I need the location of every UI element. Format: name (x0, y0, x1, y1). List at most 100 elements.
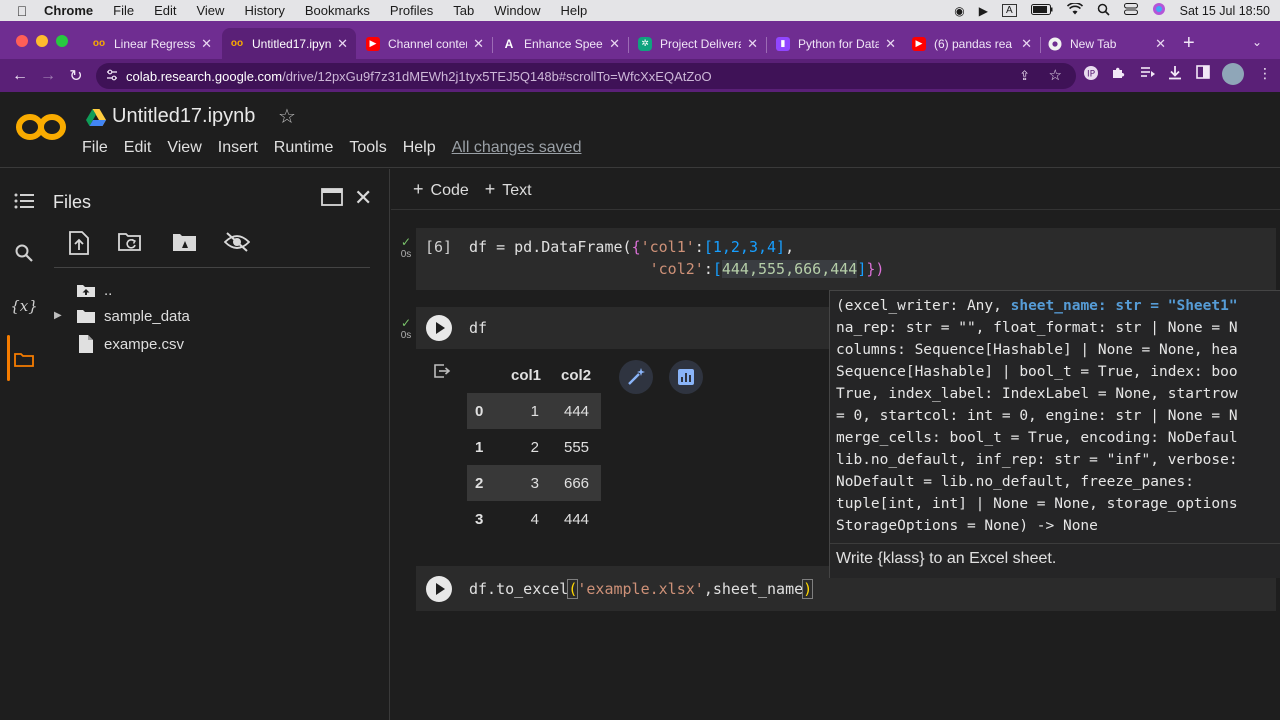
file-entry-exampe-csv[interactable]: exampe.csv (76, 332, 184, 356)
colab-menu-edit[interactable]: Edit (124, 139, 152, 157)
new-tab-plus-icon[interactable]: + (1183, 32, 1195, 55)
colab-menu-runtime[interactable]: Runtime (274, 139, 334, 157)
mount-drive-icon[interactable] (172, 231, 198, 257)
play-icon[interactable]: ▶ (979, 4, 988, 18)
tab-untitled17[interactable]: oo Untitled17.ipynb ✕ (222, 28, 356, 59)
tab-python-for-data[interactable]: ▮ Python for Data ✕ (768, 28, 904, 59)
code-cell-1[interactable]: [6] df = pd.DataFrame({'col1':[1,2,3,4],… (416, 228, 1276, 290)
bookmark-star-icon[interactable]: ☆ (1049, 66, 1062, 84)
expand-caret-icon[interactable]: ▶ (54, 310, 62, 321)
colab-menu-help[interactable]: Help (403, 139, 436, 157)
side-panel-icon[interactable] (1196, 65, 1210, 82)
notebook-title[interactable]: Untitled17.ipynb (112, 105, 255, 128)
search-icon[interactable] (12, 241, 36, 265)
variables-icon[interactable]: {x} (10, 294, 38, 318)
colab-menu-file[interactable]: File (82, 139, 108, 157)
menu-file[interactable]: File (113, 3, 134, 18)
close-tab-icon[interactable]: ✕ (747, 36, 758, 52)
add-code-button[interactable]: + Code (413, 179, 469, 200)
close-tab-icon[interactable]: ✕ (1155, 36, 1166, 52)
forward-arrow-icon[interactable]: → (34, 62, 62, 90)
tab-project-delivera[interactable]: ✲ Project Delivera ✕ (630, 28, 766, 59)
back-arrow-icon[interactable]: ← (6, 62, 34, 90)
colab-menu-view[interactable]: View (167, 139, 201, 157)
tab-linear-regression[interactable]: oo Linear Regressi ✕ (84, 28, 220, 59)
close-tab-icon[interactable]: ✕ (337, 36, 348, 52)
twitch-icon: ▮ (776, 36, 790, 51)
menu-view[interactable]: View (196, 3, 224, 18)
plus-icon: + (484, 178, 496, 199)
extensions-puzzle-icon[interactable] (1111, 65, 1126, 83)
menu-edit[interactable]: Edit (154, 3, 176, 18)
apple-menu-icon[interactable]:  (0, 3, 44, 19)
input-source-icon[interactable]: A (1001, 4, 1017, 17)
colab-logo[interactable] (16, 112, 66, 142)
tab-channel-content[interactable]: ▶ Channel conten ✕ (358, 28, 492, 59)
check-icon: ✓ (400, 235, 412, 249)
minimize-window-icon[interactable] (36, 35, 48, 47)
hide-files-eye-icon[interactable] (223, 231, 251, 257)
refresh-folder-icon[interactable] (118, 231, 144, 257)
chart-icon[interactable] (669, 360, 703, 394)
star-icon[interactable]: ☆ (278, 104, 296, 129)
menu-window[interactable]: Window (494, 3, 540, 18)
tab-search-chevron-icon[interactable]: ⌄ (1252, 35, 1262, 49)
download-icon[interactable] (1168, 65, 1182, 83)
run-cell-button[interactable] (426, 576, 452, 602)
code-editor[interactable]: df (469, 317, 487, 339)
record-icon[interactable]: ◉ (954, 4, 964, 18)
run-cell-button[interactable] (426, 315, 452, 341)
colab-menu-tools[interactable]: Tools (349, 139, 386, 157)
tab-enhance-speech[interactable]: A Enhance Speec ✕ (494, 28, 628, 59)
menu-app-name[interactable]: Chrome (44, 3, 93, 18)
upload-file-icon[interactable] (68, 231, 94, 257)
file-entry-sample-data[interactable]: ▶ sample_data (54, 304, 190, 328)
control-center-icon[interactable] (1123, 3, 1138, 18)
file-entry-parent[interactable]: .. (76, 278, 112, 302)
zoom-window-icon[interactable] (56, 35, 68, 47)
close-tab-icon[interactable]: ✕ (473, 36, 484, 52)
battery-icon[interactable] (1030, 3, 1053, 18)
function-signature: (excel_writer: Any, sheet_name: str = "S… (836, 295, 1238, 537)
menu-profiles[interactable]: Profiles (390, 3, 433, 18)
tab-separator (766, 37, 767, 53)
chrome-menu-icon[interactable]: ⋮ (1258, 65, 1272, 82)
save-status[interactable]: All changes saved (452, 139, 582, 157)
close-tab-icon[interactable]: ✕ (885, 36, 896, 52)
reload-icon[interactable]: ↻ (62, 62, 90, 90)
share-icon[interactable]: ⇪ (1019, 68, 1030, 84)
extension-profile-icon[interactable]: IP (1083, 65, 1099, 84)
output-actions-icon[interactable] (433, 363, 451, 384)
close-panel-icon[interactable]: ✕ (354, 185, 372, 211)
tab-new-tab[interactable]: New Tab ✕ (1040, 28, 1174, 59)
menu-bookmarks[interactable]: Bookmarks (305, 3, 370, 18)
search-icon[interactable] (1097, 3, 1110, 19)
folder-icon[interactable] (12, 347, 36, 371)
media-queue-icon[interactable] (1140, 65, 1156, 82)
profile-avatar[interactable] (1222, 63, 1244, 85)
close-tab-icon[interactable]: ✕ (609, 36, 620, 52)
siri-icon[interactable] (1152, 2, 1166, 19)
menu-history[interactable]: History (244, 3, 284, 18)
address-bar[interactable]: colab.research.google.com/drive/12pxGu9f… (96, 63, 1076, 89)
wifi-icon[interactable] (1066, 2, 1083, 18)
table-of-contents-icon[interactable] (12, 189, 36, 213)
close-tab-icon[interactable]: ✕ (1021, 36, 1032, 52)
code-editor[interactable]: df = pd.DataFrame({'col1':[1,2,3,4], 'co… (469, 236, 884, 280)
colab-menu-insert[interactable]: Insert (218, 139, 258, 157)
tab-title: Python for Data (798, 36, 880, 51)
tab-pandas-read[interactable]: ▶ (6) pandas rea ✕ (904, 28, 1040, 59)
add-text-button[interactable]: + Text (485, 179, 532, 200)
code-text: ,sheet_name (703, 580, 804, 598)
suggest-charts-wand-icon[interactable] (619, 360, 653, 394)
open-in-tab-icon[interactable] (321, 188, 343, 211)
close-window-icon[interactable] (16, 35, 28, 47)
menu-tab[interactable]: Tab (453, 3, 474, 18)
site-info-icon[interactable] (106, 69, 118, 84)
close-tab-icon[interactable]: ✕ (201, 36, 212, 52)
menu-help[interactable]: Help (561, 3, 588, 18)
google-drive-icon[interactable] (86, 108, 106, 131)
colab-menu-bar: File Edit View Insert Runtime Tools Help… (82, 139, 597, 157)
code-editor[interactable]: df.to_excel('example.xlsx',sheet_name) (469, 578, 814, 600)
clock[interactable]: Sat 15 Jul 18:50 (1180, 4, 1270, 18)
